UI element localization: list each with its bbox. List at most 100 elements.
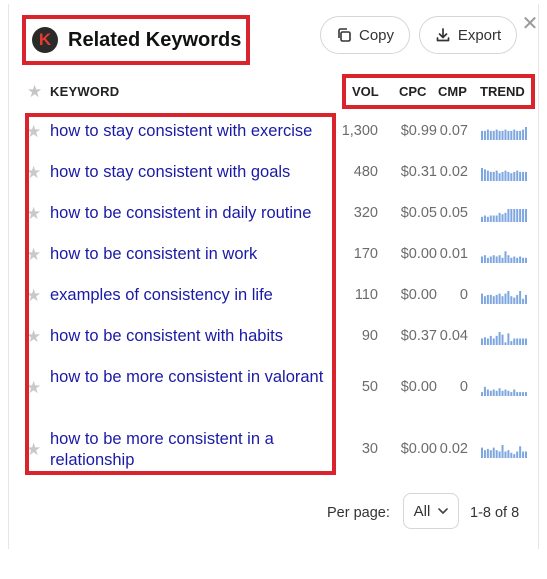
trend-bar bbox=[519, 338, 522, 345]
trend-bar bbox=[498, 388, 501, 396]
cell-cpc: $0.37 bbox=[400, 328, 437, 344]
trend-bar bbox=[481, 447, 483, 458]
trend-bar bbox=[489, 390, 492, 396]
column-header-trend[interactable]: TREND bbox=[480, 84, 525, 99]
trend-bar bbox=[483, 450, 486, 458]
cell-cpc: $0.05 bbox=[400, 205, 437, 221]
star-icon[interactable]: ★ bbox=[26, 122, 41, 142]
keyword-link[interactable]: how to be consistent in work bbox=[50, 244, 335, 265]
trend-bar bbox=[507, 130, 510, 140]
close-icon[interactable]: ✕ bbox=[521, 14, 539, 34]
trend-bar bbox=[519, 446, 522, 458]
trend-bar bbox=[495, 450, 498, 458]
trend-bar bbox=[492, 296, 495, 304]
keyword-link[interactable]: how to be more consistent in a relations… bbox=[50, 429, 335, 471]
keyword-link[interactable]: how to be more consistent in valorant bbox=[50, 367, 335, 388]
trend-bar bbox=[495, 335, 498, 345]
star-icon[interactable]: ★ bbox=[26, 163, 41, 183]
star-icon[interactable]: ★ bbox=[26, 327, 41, 347]
trend-bar bbox=[489, 130, 492, 140]
keyword-link[interactable]: how to stay consistent with goals bbox=[50, 162, 335, 183]
trend-bar bbox=[498, 255, 501, 263]
cell-cmp: 0 bbox=[459, 379, 468, 395]
trend-bar bbox=[513, 171, 516, 181]
trend-bar bbox=[525, 451, 527, 458]
cell-cpc: $0.00 bbox=[400, 287, 437, 303]
trend-bar bbox=[492, 255, 495, 263]
trend-bar bbox=[516, 392, 519, 396]
per-page-select[interactable]: All bbox=[403, 493, 459, 529]
trend-sparkline bbox=[481, 168, 527, 181]
star-icon[interactable]: ★ bbox=[26, 440, 41, 460]
trend-bar bbox=[519, 130, 522, 140]
chevron-down-icon bbox=[438, 508, 449, 514]
trend-bar bbox=[516, 209, 519, 222]
trend-sparkline bbox=[481, 445, 527, 458]
trend-bar bbox=[516, 170, 519, 181]
keyword-link[interactable]: how to stay consistent with exercise bbox=[50, 121, 335, 142]
trend-bar bbox=[522, 451, 525, 458]
trend-bar bbox=[495, 215, 498, 222]
trend-bar bbox=[489, 450, 492, 458]
trend-bar bbox=[513, 256, 516, 263]
export-button-label: Export bbox=[457, 26, 502, 44]
trend-bar bbox=[495, 390, 498, 396]
download-icon bbox=[436, 28, 450, 42]
trend-bar bbox=[504, 212, 507, 222]
trend-bar bbox=[513, 297, 516, 304]
trend-bar bbox=[504, 389, 507, 396]
trend-bar bbox=[501, 214, 504, 222]
trend-sparkline bbox=[481, 251, 527, 263]
trend-bar bbox=[525, 294, 527, 304]
cell-cmp: 0.01 bbox=[439, 246, 468, 262]
column-header-vol[interactable]: VOL bbox=[352, 84, 379, 99]
trend-bar bbox=[483, 215, 486, 222]
trend-bar bbox=[513, 389, 516, 396]
trend-bar bbox=[519, 392, 522, 396]
keyword-link[interactable]: examples of consistency in life bbox=[50, 285, 335, 306]
trend-bar bbox=[507, 291, 510, 304]
trend-bar bbox=[492, 171, 495, 181]
star-icon[interactable]: ★ bbox=[26, 204, 41, 224]
trend-bar bbox=[486, 338, 489, 345]
trend-bar bbox=[501, 445, 504, 458]
trend-bar bbox=[513, 129, 516, 140]
cell-cmp: 0.02 bbox=[439, 441, 468, 457]
trend-bar bbox=[486, 448, 489, 458]
column-header-cpc[interactable]: CPC bbox=[399, 84, 426, 99]
trend-bar bbox=[501, 334, 504, 345]
copy-button[interactable]: Copy bbox=[320, 16, 410, 54]
trend-bar bbox=[481, 168, 483, 181]
trend-bar bbox=[507, 209, 510, 222]
keyword-link[interactable]: how to be consistent in daily routine bbox=[50, 203, 335, 224]
trend-bar bbox=[483, 337, 486, 345]
trend-bar bbox=[525, 338, 527, 345]
header-star-icon: ★ bbox=[27, 82, 43, 101]
trend-bar bbox=[481, 392, 483, 396]
trend-bar bbox=[492, 389, 495, 396]
star-icon[interactable]: ★ bbox=[26, 286, 41, 306]
column-header-cmp[interactable]: CMP bbox=[438, 84, 467, 99]
trend-bar bbox=[501, 296, 504, 304]
cell-cpc: $0.99 bbox=[400, 123, 437, 139]
trend-bar bbox=[513, 338, 516, 345]
trend-bar bbox=[525, 127, 527, 140]
trend-bar bbox=[519, 209, 522, 222]
trend-bar bbox=[510, 209, 513, 222]
k-logo-icon: K bbox=[32, 27, 58, 53]
trend-bar bbox=[481, 293, 483, 304]
star-icon[interactable]: ★ bbox=[26, 245, 41, 265]
trend-bar bbox=[516, 451, 519, 458]
trend-bar bbox=[483, 255, 486, 263]
trend-bar bbox=[516, 294, 519, 304]
keyword-link[interactable]: how to be consistent with habits bbox=[50, 326, 335, 347]
trend-bar bbox=[486, 389, 489, 396]
trend-sparkline bbox=[481, 127, 527, 140]
trend-bar bbox=[525, 171, 527, 181]
trend-bar bbox=[495, 256, 498, 263]
column-header-keyword[interactable]: KEYWORD bbox=[50, 84, 119, 99]
star-icon[interactable]: ★ bbox=[26, 378, 41, 398]
export-button[interactable]: Export bbox=[419, 16, 517, 54]
trend-bar bbox=[519, 256, 522, 263]
trend-sparkline bbox=[481, 386, 527, 396]
